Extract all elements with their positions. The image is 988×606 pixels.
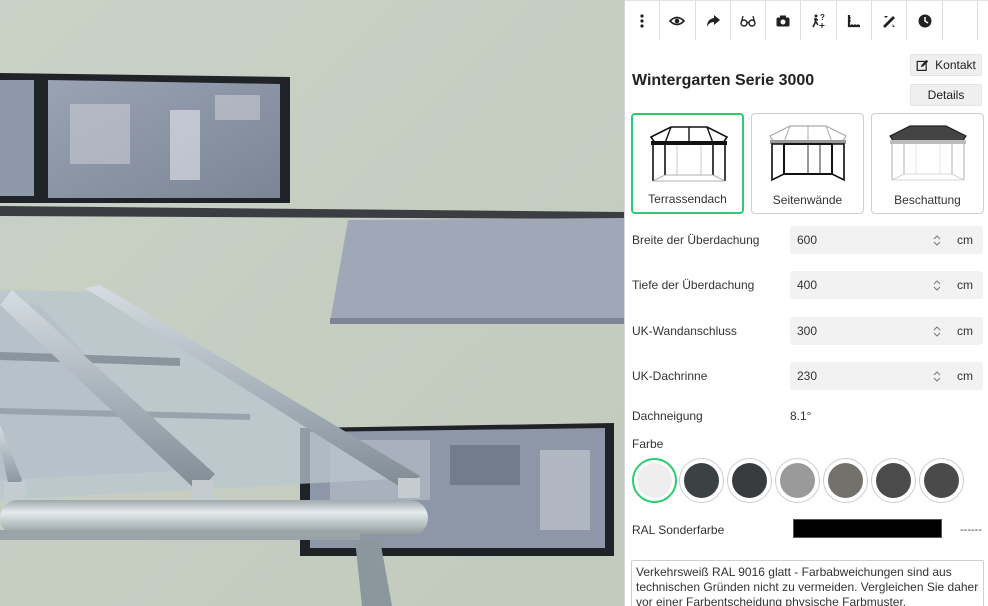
color-label: Farbe (632, 437, 664, 451)
color-swatch[interactable] (727, 458, 772, 503)
menu-icon (640, 13, 644, 28)
eye-icon (669, 16, 686, 25)
3d-scene[interactable] (0, 0, 624, 606)
module-label: Seitenwände (772, 193, 843, 207)
ral-label: RAL Sonderfarbe (632, 523, 725, 537)
unit-label: cm (957, 324, 973, 338)
shading-icon (889, 125, 967, 181)
gutter-height-input[interactable] (790, 362, 940, 390)
spinner-icon[interactable] (933, 279, 941, 292)
3d-viewport[interactable] (0, 0, 624, 606)
gutter-height-label: UK-Dachrinne (632, 369, 708, 383)
module-card-beschattung[interactable]: Beschattung (871, 113, 984, 214)
configurator-panel: ? Wintergarten Serie 3000 Kontakt Detail… (624, 0, 988, 606)
color-swatch[interactable] (919, 458, 964, 503)
upper-window (0, 73, 290, 203)
color-swatch-fill (924, 463, 959, 498)
vr-button[interactable] (730, 1, 767, 40)
module-card-terrassendach[interactable]: Terrassendach (631, 113, 744, 214)
side-walls-icon (769, 125, 847, 182)
ral-value: ------ (960, 524, 982, 536)
color-swatch[interactable] (871, 458, 916, 503)
color-swatch-fill (876, 463, 911, 498)
color-description: Verkehrsweiß RAL 9016 glatt - Farbabweic… (631, 560, 984, 606)
walk-help-icon: ? (811, 13, 825, 28)
side-window (330, 218, 624, 322)
color-swatch-fill (684, 463, 719, 498)
toolbar-spare-button[interactable] (942, 1, 978, 40)
gutter-height-field: cm (790, 362, 983, 390)
width-field: cm (790, 226, 983, 254)
module-label: Beschattung (894, 193, 961, 207)
module-label: Terrassendach (648, 192, 727, 206)
tools-button[interactable] (872, 1, 908, 40)
roof-pitch-label: Dachneigung (632, 409, 703, 423)
svg-text:?: ? (820, 13, 825, 22)
history-button[interactable] (907, 1, 943, 40)
color-swatch-fill (828, 463, 863, 498)
unit-label: cm (957, 278, 973, 292)
vr-glasses-icon (740, 15, 756, 27)
color-swatch-fill (637, 463, 672, 498)
color-swatch-fill (780, 463, 815, 498)
product-title: Wintergarten Serie 3000 (632, 72, 815, 89)
view-button[interactable] (660, 1, 696, 40)
spinner-icon[interactable] (933, 370, 941, 383)
unit-label: cm (957, 233, 973, 247)
color-swatch[interactable] (823, 458, 868, 503)
share-button[interactable] (695, 1, 731, 40)
width-label: Breite der Überdachung (632, 233, 760, 247)
color-swatch[interactable] (632, 458, 677, 503)
measure-icon (847, 14, 860, 27)
width-input[interactable] (790, 226, 940, 254)
camera-icon (776, 15, 790, 26)
share-icon (706, 14, 720, 27)
screenshot-button[interactable] (766, 1, 802, 40)
details-button[interactable]: Details (910, 84, 982, 106)
edit-icon (916, 59, 929, 71)
help-tour-button[interactable]: ? (801, 1, 837, 40)
module-card-seitenwaende[interactable]: Seitenwände (751, 113, 864, 214)
color-swatch[interactable] (679, 458, 724, 503)
close-panel-button[interactable] (977, 1, 988, 40)
wall-height-input[interactable] (790, 317, 940, 345)
depth-label: Tiefe der Überdachung (632, 278, 755, 292)
clock-icon (918, 14, 932, 27)
spinner-icon[interactable] (933, 325, 941, 338)
terrace-roof-icon (649, 126, 729, 182)
color-swatch-fill (732, 463, 767, 498)
wall-height-field: cm (790, 317, 983, 345)
toolbar: ? (625, 0, 988, 40)
tools-icon (883, 15, 896, 28)
depth-field: cm (790, 271, 983, 299)
contact-label: Kontakt (935, 58, 976, 72)
wall-height-label: UK-Wandanschluss (632, 324, 737, 338)
ral-color-picker[interactable] (793, 519, 942, 538)
spinner-icon[interactable] (933, 234, 941, 247)
depth-input[interactable] (790, 271, 940, 299)
unit-label: cm (957, 369, 973, 383)
contact-button[interactable]: Kontakt (910, 54, 982, 76)
color-swatch[interactable] (775, 458, 820, 503)
roof-pitch-value: 8.1° (790, 409, 812, 423)
measure-button[interactable] (836, 1, 873, 40)
menu-button[interactable] (625, 1, 661, 40)
